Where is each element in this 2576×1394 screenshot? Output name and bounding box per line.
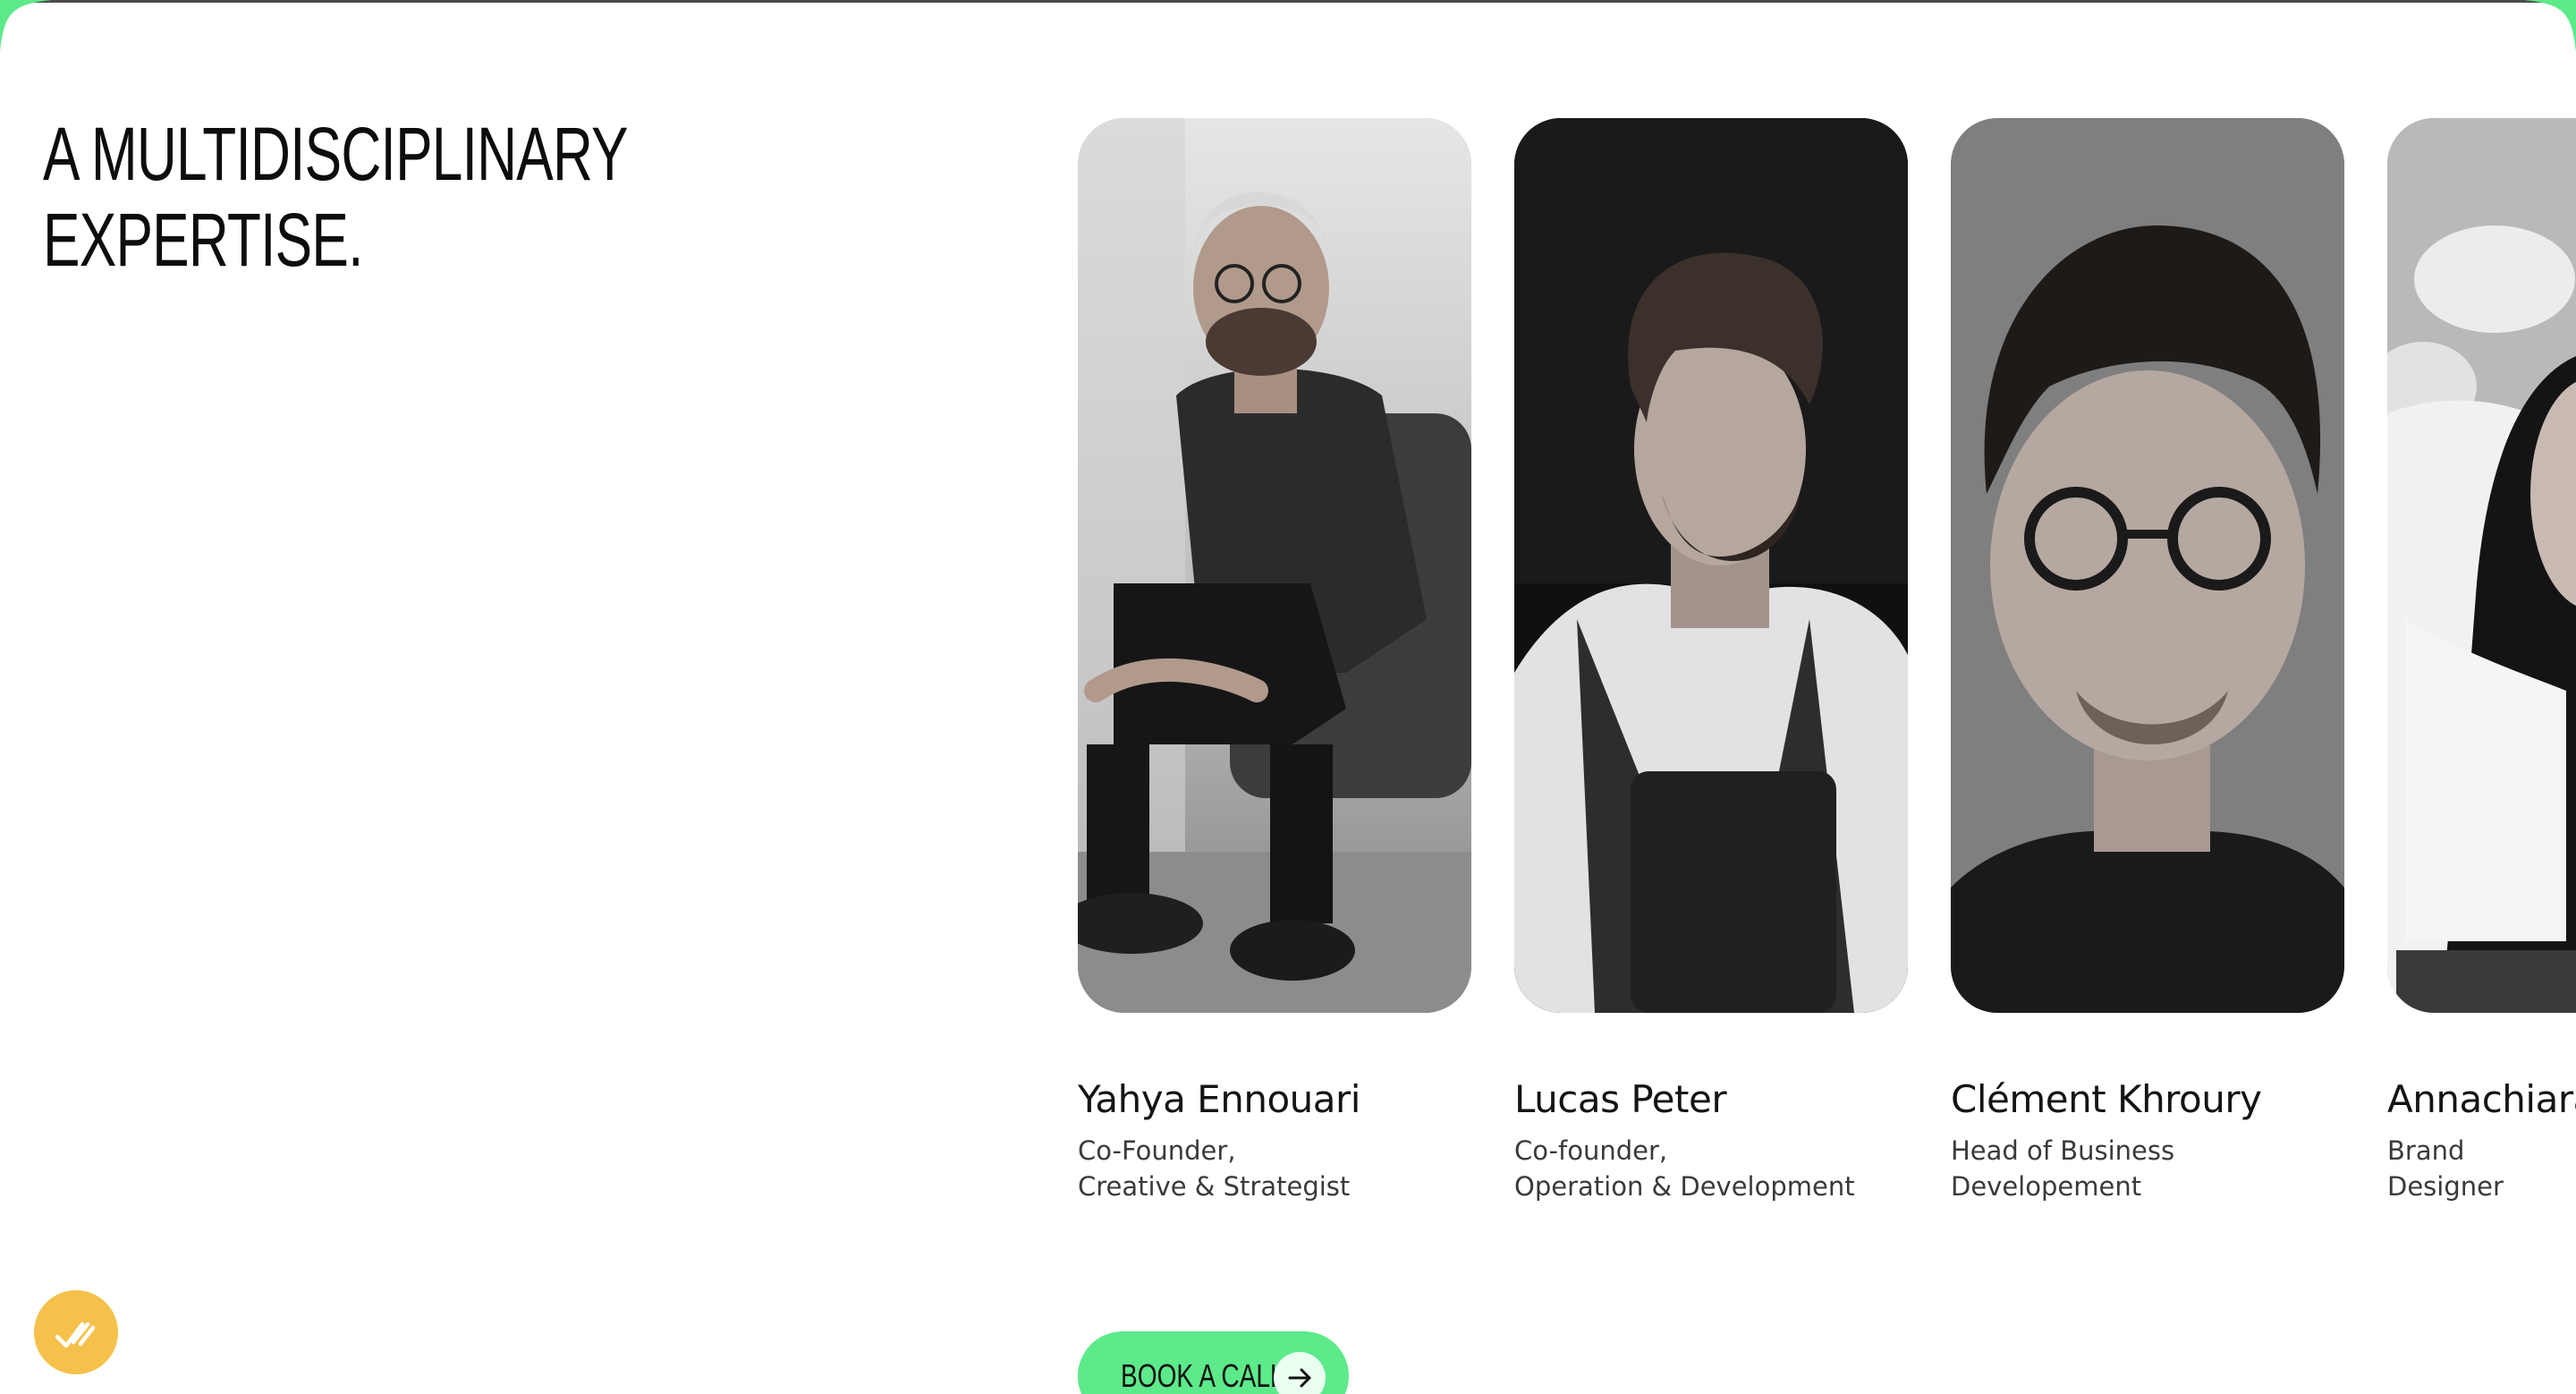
team-member-role: Co-founder, Operation & Development	[1514, 1133, 1908, 1204]
team-member-role: Head of Business Developement	[1951, 1133, 2344, 1204]
team-member-role-line-1: Co-Founder,	[1078, 1135, 1236, 1166]
section-title: A MULTIDISCIPLINARY EXPERTISE.	[43, 111, 629, 283]
team-member-card[interactable]: Annachiara Brand Designer	[2387, 118, 2576, 1204]
team-member-role-line-2: Developement	[1951, 1171, 2142, 1202]
team-member-photo	[2387, 118, 2576, 1013]
section-title-line-1: A MULTIDISCIPLINARY	[43, 112, 629, 196]
check-marks-icon	[55, 1322, 96, 1348]
team-member-role-line-2: Operation & Development	[1514, 1171, 1855, 1202]
section-title-line-2: EXPERTISE.	[43, 198, 363, 282]
arrow-right-icon	[1274, 1352, 1326, 1394]
book-a-call-label: BOOK A CALL	[1121, 1357, 1284, 1394]
portrait-photo-icon	[1078, 118, 1471, 1013]
team-member-role-line-1: Brand	[2387, 1135, 2465, 1166]
team-member-role-line-2: Designer	[2387, 1171, 2504, 1202]
team-member-name: Clément Khroury	[1951, 1077, 2262, 1121]
top-divider	[0, 0, 2576, 3]
team-member-card[interactable]: Lucas Peter Co-founder, Operation & Deve…	[1514, 118, 1908, 1204]
team-section-page: A MULTIDISCIPLINARY EXPERTISE. Yahya Enn…	[0, 0, 2576, 1394]
team-member-card[interactable]: Yahya Ennouari Co-Founder, Creative & St…	[1078, 118, 1471, 1204]
team-carousel[interactable]: Yahya Ennouari Co-Founder, Creative & St…	[1078, 118, 2576, 1228]
team-member-photo	[1951, 118, 2344, 1013]
team-member-name: Annachiara	[2387, 1077, 2576, 1121]
team-member-role-line-1: Head of Business	[1951, 1135, 2175, 1166]
portrait-photo-icon	[1514, 118, 1908, 1013]
team-member-role: Brand Designer	[2387, 1133, 2576, 1204]
team-member-role: Co-Founder, Creative & Strategist	[1078, 1133, 1471, 1204]
portrait-photo-icon	[2387, 118, 2576, 1013]
team-member-role-line-2: Creative & Strategist	[1078, 1171, 1351, 1202]
team-member-photo	[1078, 118, 1471, 1013]
team-member-name: Lucas Peter	[1514, 1077, 1727, 1121]
team-member-name: Yahya Ennouari	[1078, 1077, 1360, 1121]
sparkle-icon	[2524, 0, 2576, 52]
sparkle-icon	[0, 0, 52, 52]
team-member-photo	[1514, 118, 1908, 1013]
floating-badge-button[interactable]	[34, 1290, 118, 1374]
book-a-call-button[interactable]: BOOK A CALL	[1078, 1331, 1349, 1394]
portrait-photo-icon	[1951, 118, 2344, 1013]
team-member-role-line-1: Co-founder,	[1514, 1135, 1668, 1166]
team-member-card[interactable]: Clément Khroury Head of Business Develop…	[1951, 118, 2344, 1204]
